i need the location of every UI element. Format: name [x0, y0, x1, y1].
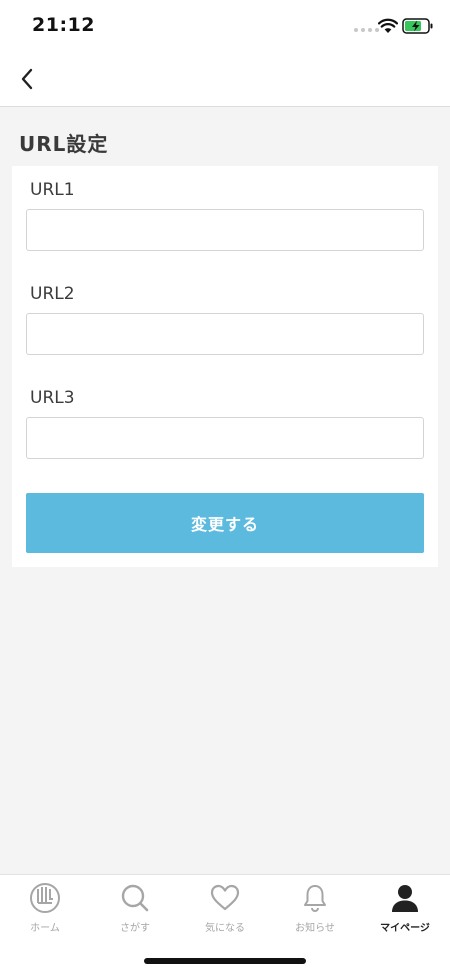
tab-notifications[interactable]: お知らせ	[270, 881, 360, 941]
url2-label: URL2	[30, 284, 75, 304]
status-time: 21:12	[32, 14, 95, 36]
home-indicator	[144, 958, 306, 964]
tab-mypage-label: マイページ	[380, 923, 430, 934]
navigation-bar	[0, 52, 450, 107]
page-title: URL設定	[19, 132, 109, 156]
cellular-signal-icon	[354, 28, 379, 32]
url1-label: URL1	[30, 180, 75, 200]
home-icon	[28, 881, 62, 915]
tab-favorites[interactable]: 気になる	[180, 881, 270, 941]
url1-input[interactable]	[26, 209, 424, 251]
search-icon	[118, 881, 152, 915]
person-icon	[388, 881, 422, 915]
url3-label: URL3	[30, 388, 75, 408]
heart-icon	[208, 881, 242, 915]
tab-notifications-label: お知らせ	[295, 923, 335, 934]
submit-change-button[interactable]: 変更する	[26, 493, 424, 553]
bell-icon	[298, 881, 332, 915]
screen: 21:12 URL設定 URL1 URL2 URL3 変更する ホーム さがす …	[0, 0, 450, 972]
battery-icon	[402, 18, 433, 34]
tab-search[interactable]: さがす	[90, 881, 180, 941]
chevron-left-icon	[21, 68, 33, 90]
wifi-icon	[378, 18, 398, 33]
status-bar: 21:12	[0, 0, 450, 52]
url2-input[interactable]	[26, 313, 424, 355]
tab-favorites-label: 気になる	[205, 923, 245, 934]
tab-mypage[interactable]: マイページ	[360, 881, 450, 941]
back-button[interactable]	[10, 62, 44, 96]
tab-home-label: ホーム	[30, 923, 60, 934]
tab-search-label: さがす	[120, 923, 150, 934]
tab-home[interactable]: ホーム	[0, 881, 90, 941]
url3-input[interactable]	[26, 417, 424, 459]
url-form-card: URL1 URL2 URL3 変更する	[12, 166, 438, 567]
